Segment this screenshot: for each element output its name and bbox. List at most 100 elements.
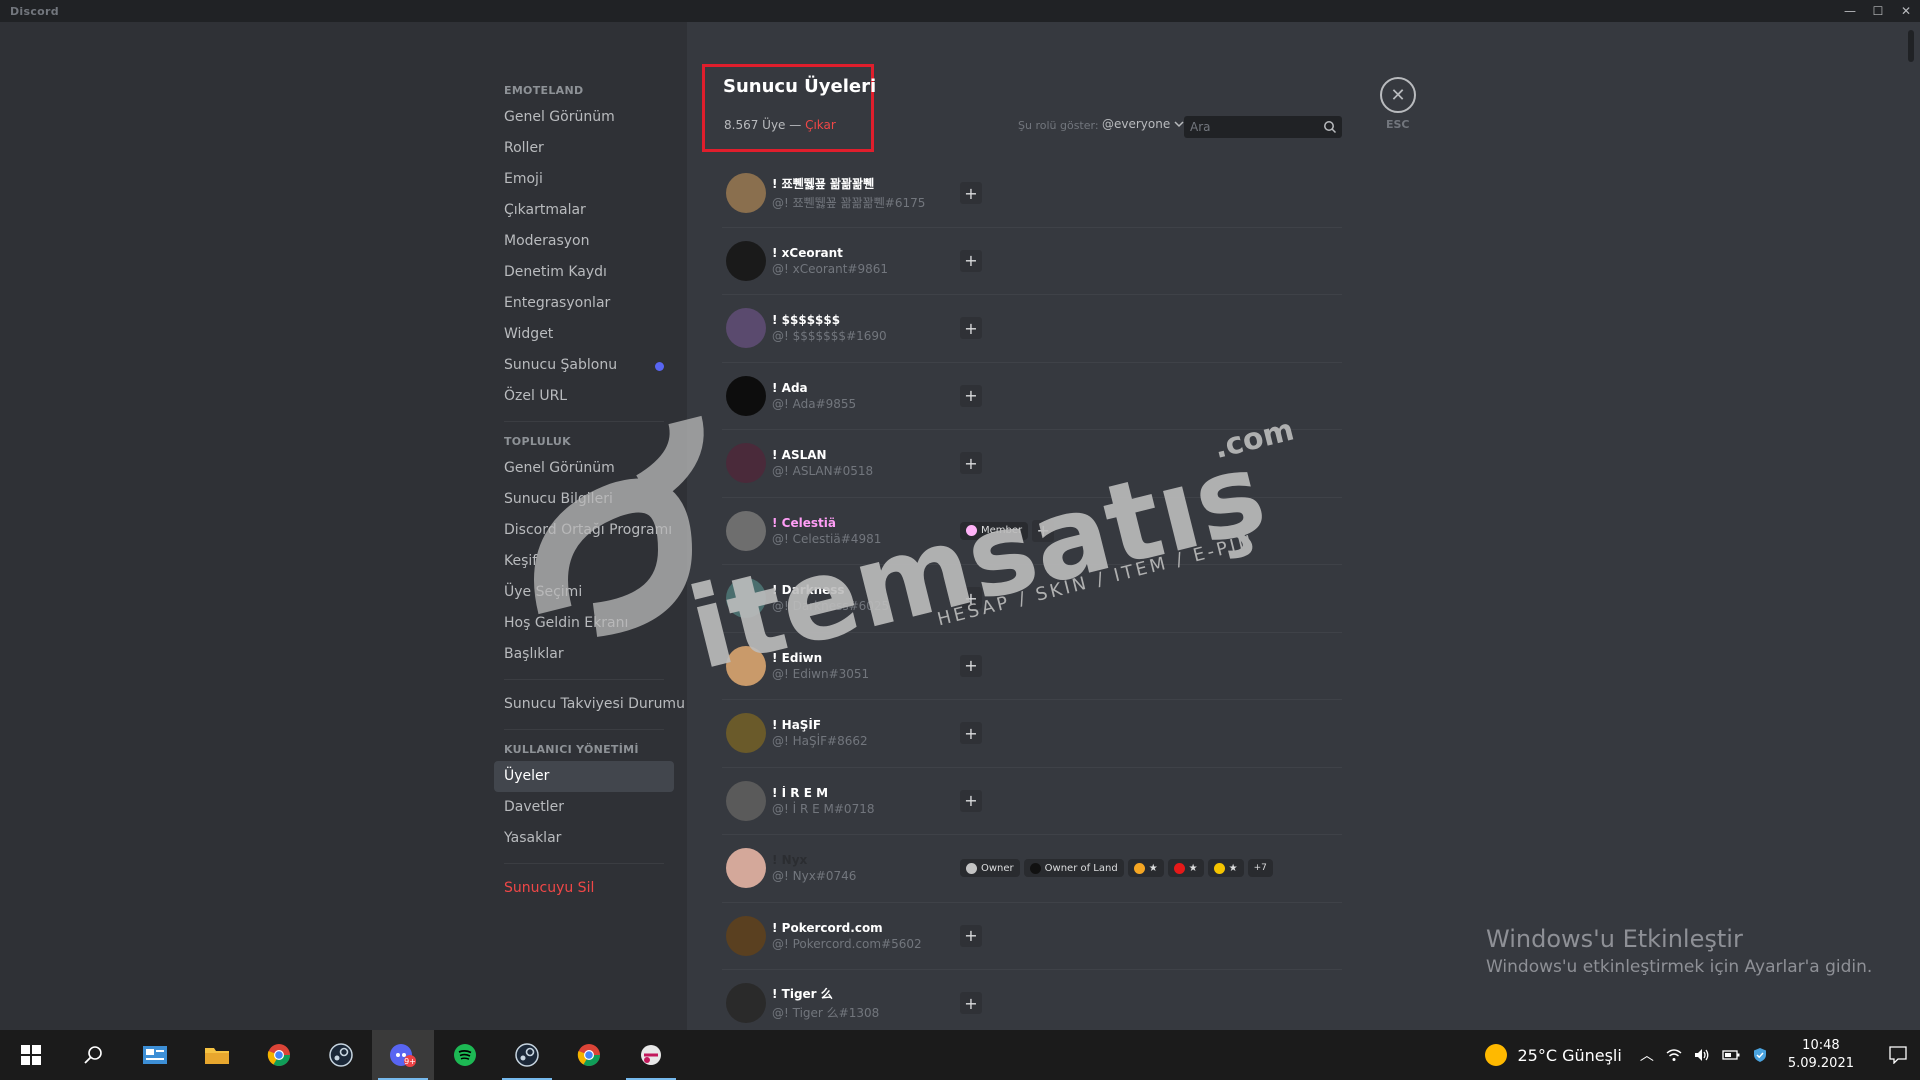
member-count: 8.567 Üye — Çıkar (724, 118, 836, 132)
prune-link[interactable]: Çıkar (805, 118, 836, 132)
nav-item[interactable]: Çıkartmalar (494, 195, 674, 226)
member-row[interactable]: ! Nyx @! Nyx#0746 Owner Owner of Land ★ ★ ★ +7 (722, 835, 1342, 903)
add-role-button[interactable]: + (960, 452, 982, 475)
discord-taskbar-button[interactable]: 9+ (372, 1030, 434, 1080)
steam-button[interactable] (310, 1030, 372, 1080)
role-pill[interactable]: Owner (960, 859, 1020, 878)
chrome-second-button[interactable] (558, 1030, 620, 1080)
nav-item[interactable]: Sunucuyu Sil (494, 873, 674, 904)
nav-item-label: Davetler (504, 799, 565, 815)
nav-item[interactable]: Sunucu Takviyesi Durumu (494, 689, 685, 720)
role-color-dot (1133, 862, 1145, 874)
volume-icon[interactable] (1694, 1047, 1710, 1063)
nav-item[interactable]: Genel Görünüm (494, 102, 674, 133)
shield-icon[interactable] (1752, 1047, 1768, 1063)
role-pill[interactable]: ★ (1167, 859, 1204, 878)
member-search[interactable] (1184, 116, 1342, 138)
member-row[interactable]: ! HaŞİF @! HaŞİF#8662 + (722, 700, 1342, 768)
page-title: Sunucu Üyeleri (723, 76, 877, 97)
spotify-button[interactable] (434, 1030, 496, 1080)
nav-item[interactable]: Üyeler (494, 761, 674, 792)
member-row[interactable]: ! Ediwn @! Ediwn#3051 + (722, 633, 1342, 700)
member-row[interactable]: ! xCeorant @! xCeorant#9861 + (722, 228, 1342, 295)
weather-widget[interactable]: 25°C Güneşli (1485, 1044, 1622, 1066)
nav-item[interactable]: Yasaklar (494, 823, 674, 854)
scrollbar-thumb[interactable] (1908, 30, 1914, 62)
battery-icon[interactable] (1722, 1049, 1740, 1061)
avatar (726, 308, 766, 349)
member-row[interactable]: ! İ R E M @! İ R E M#0718 + (722, 768, 1342, 835)
nav-item[interactable]: Özel URL (494, 381, 674, 412)
nav-item[interactable]: Hoş Geldin Ekranı (494, 608, 674, 639)
nav-item[interactable]: Entegrasyonlar (494, 288, 674, 319)
nav-item[interactable]: Davetler (494, 792, 674, 823)
start-button[interactable] (0, 1030, 62, 1080)
search-input[interactable] (1184, 116, 1314, 138)
nav-item[interactable]: Widget (494, 319, 674, 350)
member-row[interactable]: ! Darkness @! Darkness#6025 + (722, 565, 1342, 633)
member-row[interactable]: ! $$$$$$$ @! $$$$$$$#1690 + (722, 295, 1342, 363)
member-row[interactable]: ! Celestiä @! Celestiä#4981 Member + (722, 498, 1342, 565)
role-color-dot (1029, 862, 1041, 874)
nav-item[interactable]: Keşif (494, 546, 674, 577)
news-app-button[interactable] (124, 1030, 186, 1080)
file-explorer-button[interactable] (186, 1030, 248, 1080)
role-pill[interactable]: Member (960, 521, 1029, 540)
member-row[interactable]: ! Tiger 么 @! Tiger 么#1308 + (722, 970, 1342, 1038)
add-role-button[interactable]: + (960, 924, 982, 947)
add-role-button[interactable]: + (960, 384, 982, 407)
member-row[interactable]: ! Pokercord.com @! Pokercord.com#5602 + (722, 903, 1342, 970)
taskbar-search-button[interactable] (62, 1030, 124, 1080)
nav-item[interactable]: Sunucu Bilgileri (494, 484, 674, 515)
role-name: Member (981, 525, 1023, 537)
nav-item[interactable]: Sunucu Şablonu (494, 350, 674, 381)
nav-item[interactable]: Denetim Kaydı (494, 257, 674, 288)
discord-icon: 9+ (390, 1044, 416, 1067)
close-window-button[interactable]: ✕ (1892, 0, 1920, 22)
chevron-up-icon[interactable]: ︿ (1640, 1045, 1654, 1065)
member-display-name: ! ASLAN (772, 448, 827, 463)
member-row[interactable]: ! 쬬쀈뛣꾶 꽒꽒꽒쀈 @! 쬬쀈뛣꾶 꽒꽒꽒쀈#6175 + (722, 160, 1342, 228)
snip-icon (641, 1045, 661, 1065)
add-role-button[interactable]: + (960, 587, 982, 610)
add-role-button[interactable]: + (1032, 519, 1055, 542)
snip-tool-button[interactable] (620, 1030, 682, 1080)
steam-running-button[interactable] (496, 1030, 558, 1080)
member-row[interactable]: ! Ada @! Ada#9855 + (722, 363, 1342, 430)
clock[interactable]: 10:48 5.09.2021 (1788, 1037, 1854, 1073)
add-role-button[interactable]: + (960, 317, 982, 340)
nav-item-label: Emoji (504, 171, 543, 187)
chrome-button[interactable] (248, 1030, 310, 1080)
role-name: ★ (1228, 862, 1238, 874)
scrollbar[interactable] (1908, 22, 1916, 1030)
member-row[interactable]: ! ASLAN @! ASLAN#0518 + (722, 430, 1342, 498)
member-roles: + (960, 789, 982, 812)
role-pill[interactable]: Owner of Land (1023, 859, 1124, 878)
add-role-button[interactable]: + (960, 722, 982, 745)
add-role-button[interactable]: + (960, 654, 982, 677)
add-role-button[interactable]: + (960, 182, 982, 205)
avatar (726, 510, 766, 551)
nav-item[interactable]: Moderasyon (494, 226, 674, 257)
add-role-button[interactable]: + (960, 992, 982, 1015)
notification-center-button[interactable] (1876, 1030, 1920, 1080)
nav-item[interactable]: Emoji (494, 164, 674, 195)
nav-item[interactable]: Başlıklar (494, 639, 674, 670)
nav-item[interactable]: Genel Görünüm (494, 453, 674, 484)
nav-item[interactable]: Discord Ortağı Programı (494, 515, 674, 546)
member-display-name: ! İ R E M (772, 785, 829, 800)
window-controls: — ☐ ✕ (1836, 0, 1920, 22)
maximize-button[interactable]: ☐ (1864, 0, 1892, 22)
network-icon[interactable] (1666, 1047, 1682, 1063)
minimize-button[interactable]: — (1836, 0, 1864, 22)
nav-item[interactable]: Roller (494, 133, 674, 164)
member-list: ! 쬬쀈뛣꾶 꽒꽒꽒쀈 @! 쬬쀈뛣꾶 꽒꽒꽒쀈#6175 +! xCeorant @… (722, 160, 1342, 1038)
add-role-button[interactable]: + (960, 789, 982, 812)
nav-item[interactable]: Üye Seçimi (494, 577, 674, 608)
more-roles-badge[interactable]: +7 (1247, 859, 1273, 878)
role-pill[interactable]: ★ (1207, 859, 1244, 878)
role-pill[interactable]: ★ (1127, 859, 1164, 878)
role-filter-select[interactable]: @everyone (1102, 117, 1184, 131)
close-settings-button[interactable]: ✕ (1380, 77, 1416, 113)
add-role-button[interactable]: + (960, 249, 982, 272)
